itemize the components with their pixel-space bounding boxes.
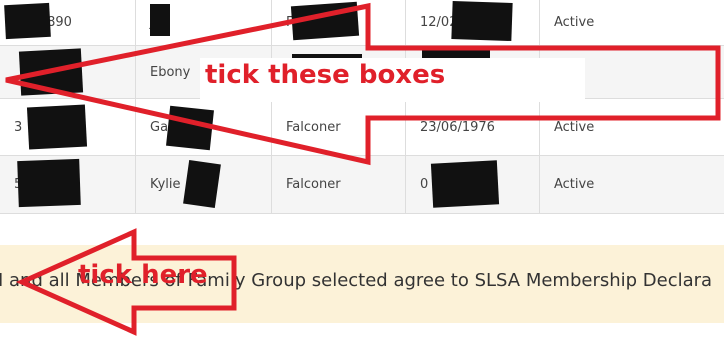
tick-here-annotation: tick here <box>78 260 208 290</box>
tick-boxes-annotation: tick these boxes <box>205 60 446 90</box>
